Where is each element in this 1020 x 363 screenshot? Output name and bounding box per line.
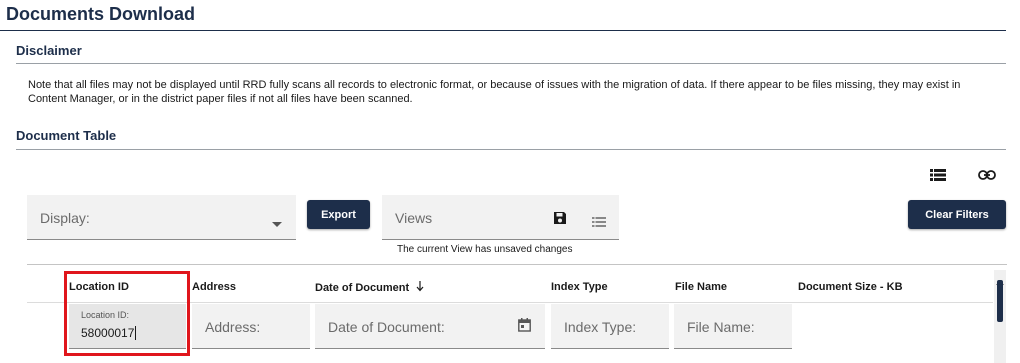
file-name-filter-placeholder: File Name: [687, 319, 755, 335]
dropdown-arrow-icon [272, 215, 282, 231]
page-title: Documents Download [6, 4, 196, 24]
calendar-icon[interactable] [518, 318, 531, 335]
column-header-date-of-document[interactable]: Date of Document [315, 281, 424, 295]
column-header-document-size[interactable]: Document Size - KB [798, 281, 903, 293]
display-label: Display: [40, 210, 90, 226]
views-unsaved-note: The current View has unsaved changes [397, 244, 573, 255]
address-filter-input[interactable]: Address: [192, 304, 310, 349]
display-dropdown[interactable]: Display: [27, 195, 296, 240]
clear-filters-button[interactable]: Clear Filters [908, 200, 1006, 229]
document-table-heading: Document Table [16, 128, 117, 143]
location-id-highlight-box [64, 271, 190, 356]
table-scrollbar[interactable] [994, 270, 1006, 363]
list-view-icon[interactable] [928, 166, 948, 184]
column-header-file-name[interactable]: File Name [675, 281, 727, 293]
column-header-address[interactable]: Address [192, 281, 236, 293]
views-list-icon[interactable] [592, 214, 606, 230]
disclaimer-text: Note that all files may not be displayed… [28, 79, 961, 105]
disclaimer-heading: Disclaimer [16, 43, 82, 58]
export-button[interactable]: Export [307, 200, 370, 229]
column-header-index-type[interactable]: Index Type [551, 281, 608, 293]
index-type-filter-placeholder: Index Type: [564, 319, 637, 335]
table-top-divider [27, 264, 1007, 265]
address-filter-placeholder: Address: [205, 319, 261, 335]
date-filter-placeholder: Date of Document: [328, 319, 445, 335]
views-field[interactable]: Views [382, 195, 619, 240]
scrollbar-thumb[interactable] [997, 280, 1003, 322]
disclaimer-divider [16, 63, 1006, 64]
views-label: Views [395, 210, 433, 226]
file-name-filter-input[interactable]: File Name: [674, 304, 792, 349]
date-of-document-filter-input[interactable]: Date of Document: [315, 304, 545, 349]
title-divider [0, 30, 1006, 31]
column-header-date-label: Date of Document [315, 281, 410, 294]
save-icon[interactable] [553, 211, 567, 228]
sort-down-arrow-icon[interactable] [416, 281, 424, 295]
link-icon[interactable] [976, 166, 998, 184]
index-type-filter-input[interactable]: Index Type: [551, 304, 669, 349]
document-table-divider [16, 149, 1006, 150]
